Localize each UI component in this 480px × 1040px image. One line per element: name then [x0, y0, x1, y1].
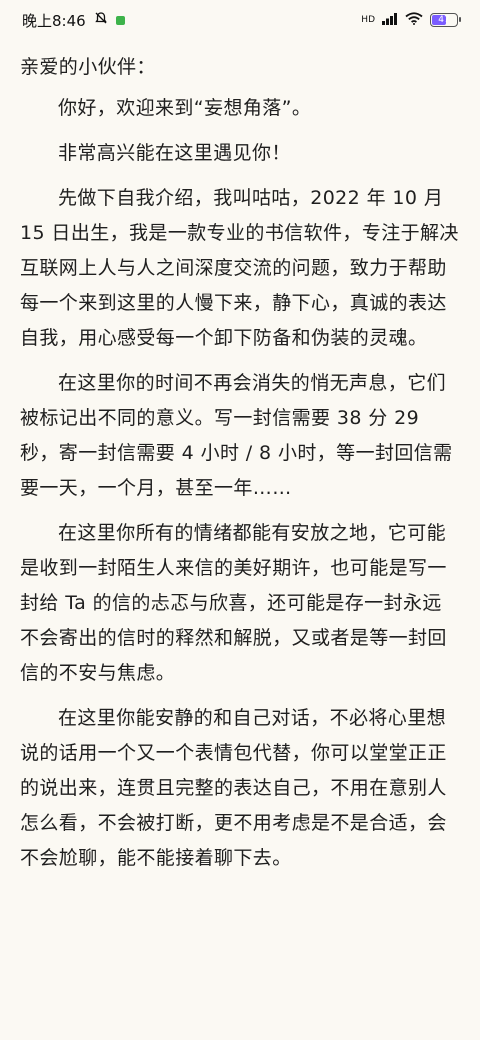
letter-greeting: 亲爱的小伙伴：: [20, 56, 156, 78]
letter-paragraph: 在这里你所有的情绪都能有安放之地，它可能是收到一封陌生人来信的美好期许，也可能是…: [20, 522, 447, 684]
status-bar: 晚上8:46 HD 47: [0, 0, 480, 40]
app-notification-icon: [115, 15, 125, 25]
muted-bell-icon: [94, 11, 108, 29]
wifi-icon: [405, 12, 423, 28]
letter-body: 亲爱的小伙伴： 你好，欢迎来到“妄想角落”。 非常高兴能在这里遇见你！ 先做下自…: [20, 50, 460, 876]
signal-icon: [382, 12, 398, 28]
letter-paragraph: 在这里你能安静的和自己对话，不必将心里想说的话用一个又一个表情包代替，你可以堂堂…: [20, 707, 447, 869]
letter-paragraph: 先做下自我介绍，我叫咕咕，2022 年 10 月 15 日出生，我是一款专业的书…: [20, 187, 459, 349]
letter-paragraph: 非常高兴能在这里遇见你！: [58, 142, 291, 164]
status-left: 晚上8:46: [22, 10, 125, 31]
letter-paragraph: 在这里你的时间不再会消失的悄无声息，它们被标记出不同的意义。写一封信需要 38 …: [20, 372, 453, 499]
status-time: 晚上8:46: [22, 11, 86, 30]
battery-level: 47: [438, 15, 450, 25]
hd-label: HD: [361, 15, 375, 25]
status-right: HD 47: [361, 12, 461, 28]
battery-icon: 47: [430, 13, 461, 27]
letter-paragraph: 你好，欢迎来到“妄想角落”。: [58, 97, 312, 119]
